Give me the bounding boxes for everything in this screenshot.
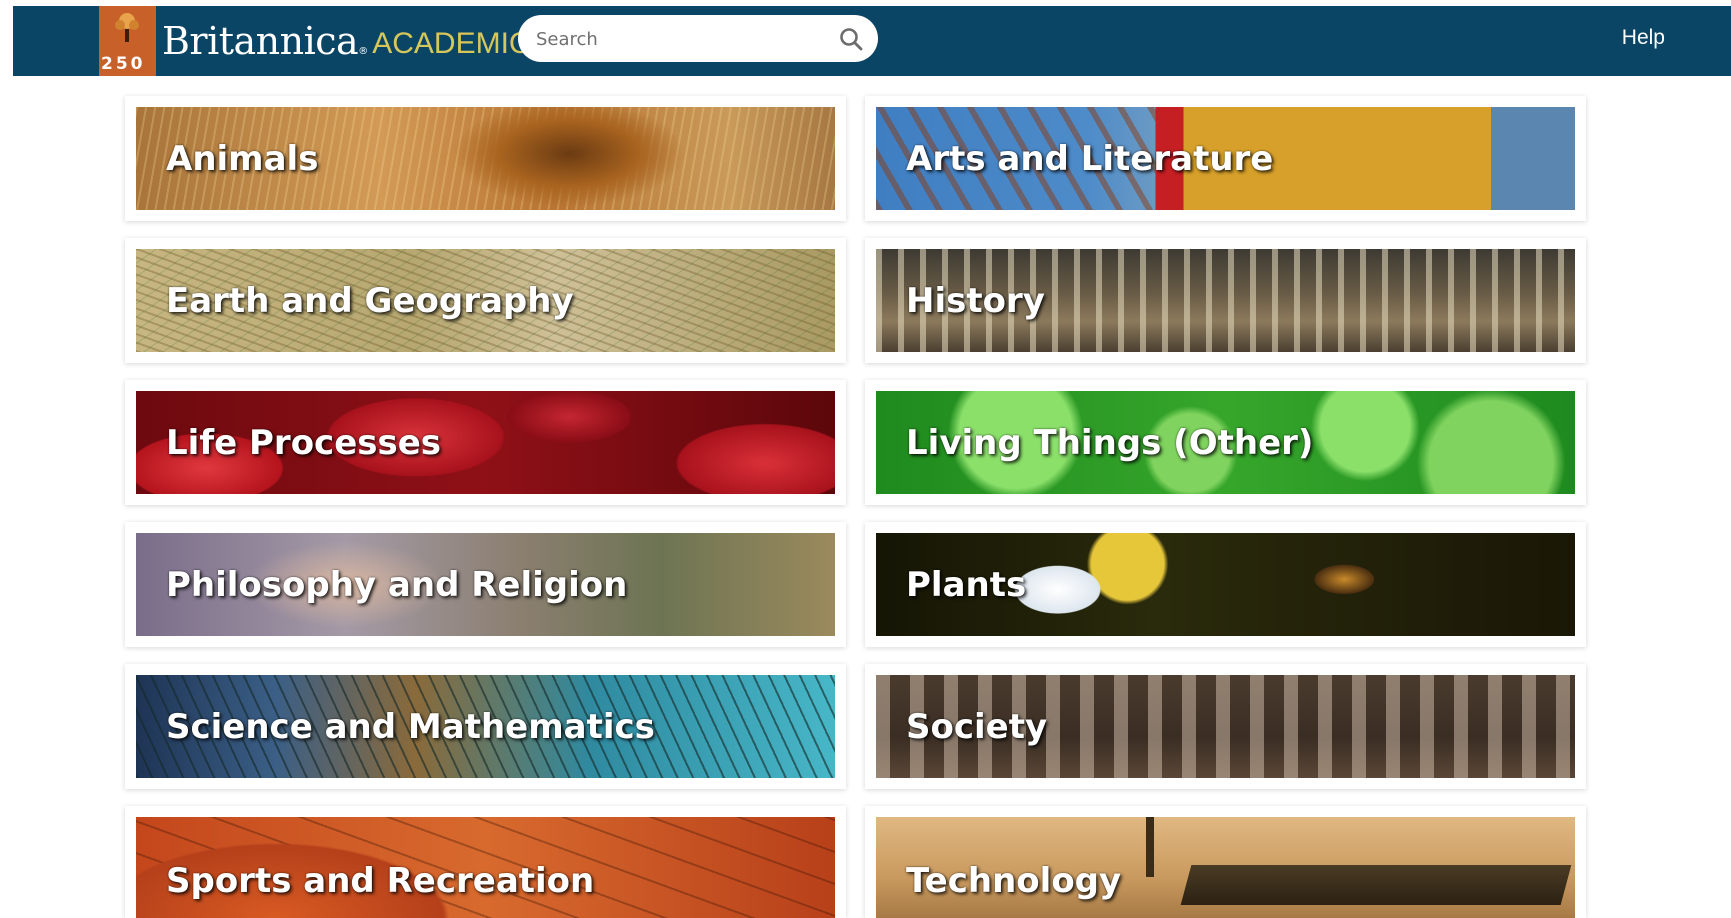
category-image: History [876, 249, 1575, 352]
category-label: Living Things (Other) [906, 422, 1314, 463]
tree-icon [115, 13, 139, 42]
category-label: Society [906, 706, 1048, 747]
category-image: Life Processes [136, 391, 835, 494]
anniversary-badge: 250 [99, 6, 156, 76]
category-card-arts-and-literature[interactable]: Arts and Literature [865, 96, 1586, 221]
category-label: Technology [906, 861, 1122, 901]
rover-body [1180, 865, 1572, 905]
category-label: Life Processes [166, 422, 442, 463]
category-image: Technology [876, 817, 1575, 918]
category-card-history[interactable]: History [865, 238, 1586, 363]
top-navigation-bar: 250 Britannica ® ACADEMIC Help [13, 6, 1731, 76]
category-image: Philosophy and Religion [136, 533, 835, 636]
category-label: Animals [166, 138, 319, 179]
registered-mark: ® [358, 45, 369, 57]
category-image: Sports and Recreation [136, 817, 835, 918]
badge-number: 250 [101, 54, 146, 74]
category-card-earth-and-geography[interactable]: Earth and Geography [125, 238, 846, 363]
category-label: Philosophy and Religion [166, 564, 628, 605]
category-card-society[interactable]: Society [865, 664, 1586, 789]
category-label: Arts and Literature [906, 138, 1274, 179]
category-image: Living Things (Other) [876, 391, 1575, 494]
category-card-life-processes[interactable]: Life Processes [125, 380, 846, 505]
category-image: Plants [876, 533, 1575, 636]
category-image: Earth and Geography [136, 249, 835, 352]
category-label: Plants [906, 564, 1027, 605]
category-label: Earth and Geography [166, 280, 574, 321]
search-icon[interactable] [838, 26, 864, 52]
britannica-academic-logo[interactable]: 250 Britannica ® ACADEMIC [99, 6, 531, 76]
search-box [518, 15, 878, 62]
category-image: Science and Mathematics [136, 675, 835, 778]
category-card-technology[interactable]: Technology [865, 806, 1586, 918]
category-label: Science and Mathematics [166, 706, 655, 747]
category-card-science-and-mathematics[interactable]: Science and Mathematics [125, 664, 846, 789]
category-image: Animals [136, 107, 835, 210]
category-label: History [906, 280, 1045, 321]
category-card-animals[interactable]: Animals [125, 96, 846, 221]
category-card-sports-and-recreation[interactable]: Sports and Recreation [125, 806, 846, 918]
rover-mast [1146, 817, 1154, 877]
search-input[interactable] [534, 24, 828, 55]
category-image: Society [876, 675, 1575, 778]
category-card-philosophy-and-religion[interactable]: Philosophy and Religion [125, 522, 846, 647]
category-label: Sports and Recreation [166, 861, 595, 901]
help-link[interactable]: Help [1622, 26, 1665, 50]
category-image: Arts and Literature [876, 107, 1575, 210]
category-card-plants[interactable]: Plants [865, 522, 1586, 647]
category-card-living-things-other[interactable]: Living Things (Other) [865, 380, 1586, 505]
product-name: ACADEMIC [372, 27, 531, 60]
brand-name: Britannica [162, 19, 359, 63]
